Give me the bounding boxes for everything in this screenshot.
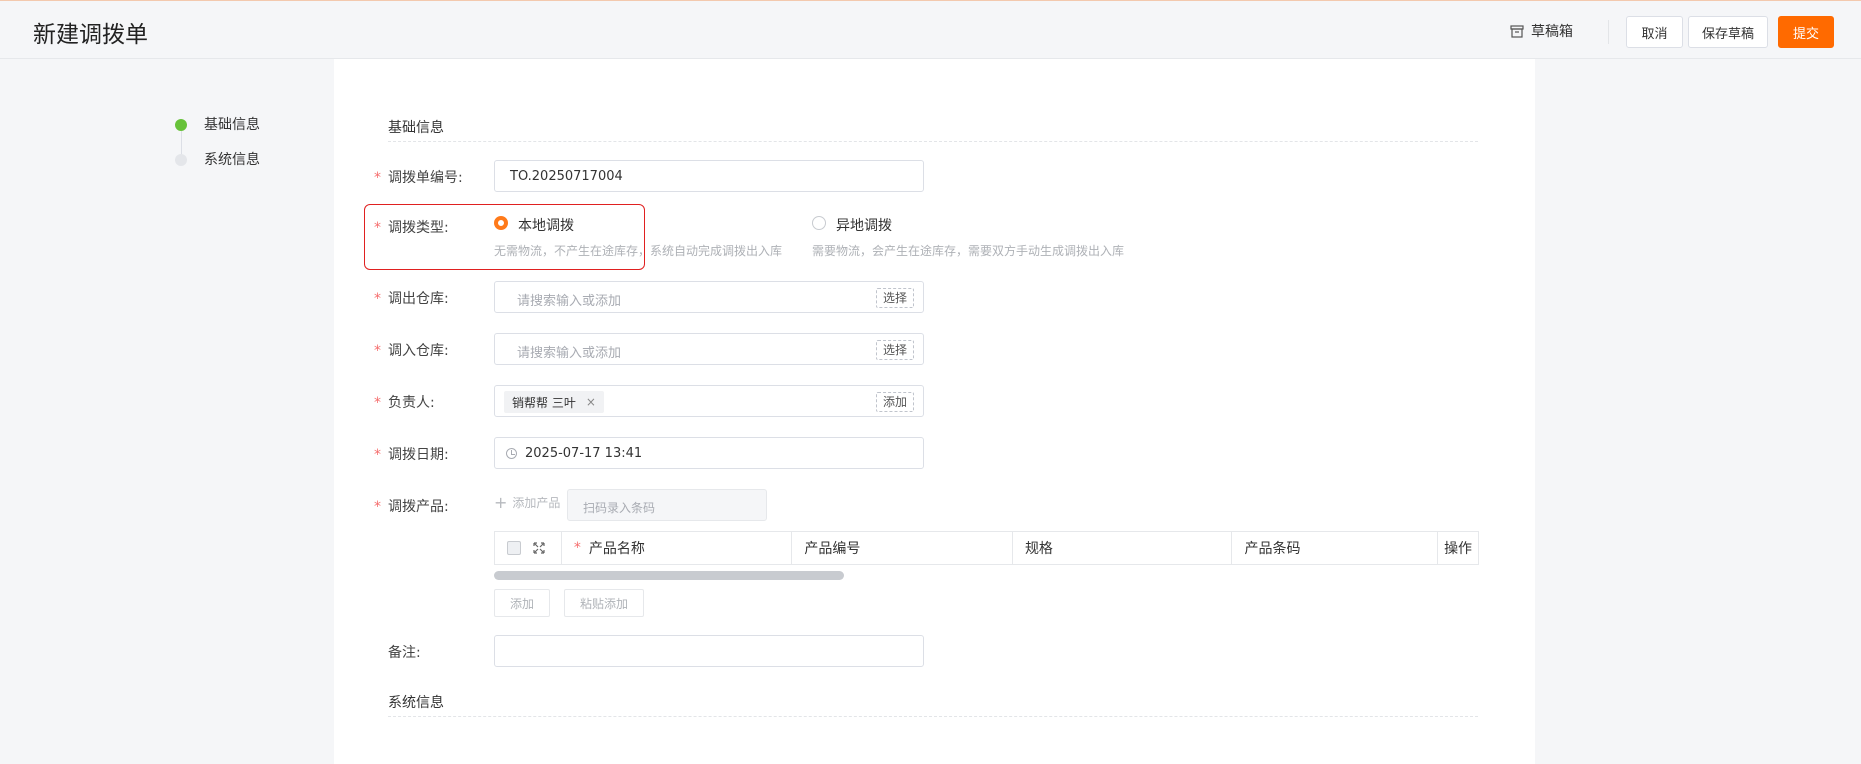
required-mark: * bbox=[374, 343, 381, 359]
column-product-no: 产品编号 bbox=[792, 532, 1013, 564]
required-mark: * bbox=[374, 220, 381, 236]
step-label: 基础信息 bbox=[204, 117, 260, 133]
date-label: * 调拨日期: bbox=[374, 444, 449, 464]
radio-local-label[interactable]: 本地调拨 bbox=[518, 215, 574, 235]
horizontal-scrollbar[interactable] bbox=[494, 571, 844, 580]
page-header: 新建调拨单 草稿箱 取消 保存草稿 提交 bbox=[0, 0, 1861, 59]
owner-tag-label: 销帮帮 三叶 bbox=[512, 395, 576, 410]
required-mark: * bbox=[374, 447, 381, 463]
label-text: 调拨类型: bbox=[388, 220, 449, 236]
add-product-button[interactable]: + 添加产品 bbox=[494, 494, 560, 511]
table-select-cell bbox=[495, 532, 562, 564]
draft-box-label: 草稿箱 bbox=[1531, 24, 1573, 40]
in-warehouse-select-button[interactable]: 选择 bbox=[875, 340, 914, 360]
owner-input[interactable]: 销帮帮 三叶 × 添加 bbox=[494, 385, 924, 417]
remark-input[interactable] bbox=[494, 635, 924, 667]
required-mark: * bbox=[374, 395, 381, 411]
column-spec: 规格 bbox=[1013, 532, 1233, 564]
select-all-checkbox[interactable] bbox=[507, 541, 521, 555]
draft-box-button[interactable]: 草稿箱 bbox=[1510, 21, 1573, 41]
required-mark: * bbox=[374, 499, 381, 515]
column-label: 产品名称 bbox=[588, 541, 645, 557]
cancel-button[interactable]: 取消 bbox=[1626, 16, 1683, 48]
column-label: 操作 bbox=[1444, 541, 1473, 557]
date-value: 2025-07-17 13:41 bbox=[525, 446, 643, 461]
column-barcode: 产品条码 bbox=[1232, 532, 1439, 564]
owner-add-button[interactable]: 添加 bbox=[875, 392, 914, 412]
plus-icon: + bbox=[494, 492, 508, 512]
step-system-info[interactable]: 系统信息 bbox=[172, 148, 260, 183]
clock-icon bbox=[506, 448, 517, 459]
step-label: 系统信息 bbox=[204, 152, 260, 168]
step-inactive-dot bbox=[175, 154, 187, 166]
radio-remote-desc: 需要物流，会产生在途库存，需要双方手动生成调拨出入库 bbox=[812, 244, 1125, 258]
close-icon[interactable]: × bbox=[586, 395, 596, 409]
products-label: * 调拨产品: bbox=[374, 496, 449, 516]
order-no-label: * 调拨单编号: bbox=[374, 167, 463, 187]
order-no-input[interactable]: TO.20250717004 bbox=[494, 160, 924, 192]
column-actions: 操作 bbox=[1438, 532, 1478, 564]
page-title: 新建调拨单 bbox=[33, 22, 148, 48]
order-no-value: TO.20250717004 bbox=[510, 169, 623, 184]
section-divider bbox=[388, 716, 1478, 717]
in-warehouse-placeholder: 请搜索输入或添加 bbox=[517, 346, 622, 361]
out-warehouse-label: * 调出仓库: bbox=[374, 288, 449, 308]
transfer-type-label: * 调拨类型: bbox=[374, 217, 449, 237]
product-table-header: * 产品名称 产品编号 规格 产品条码 操作 bbox=[494, 531, 1479, 565]
header-divider bbox=[1608, 20, 1609, 44]
submit-button[interactable]: 提交 bbox=[1778, 16, 1834, 48]
step-nav: 基础信息 系统信息 bbox=[172, 113, 260, 183]
section-title-basic: 基础信息 bbox=[388, 120, 444, 136]
save-draft-button[interactable]: 保存草稿 bbox=[1688, 16, 1768, 48]
label-text: 调拨单编号: bbox=[388, 170, 463, 186]
paste-add-button[interactable]: 粘贴添加 bbox=[564, 589, 644, 617]
date-input[interactable]: 2025-07-17 13:41 bbox=[494, 437, 924, 469]
section-divider bbox=[388, 141, 1478, 142]
highlight-box bbox=[364, 204, 645, 270]
in-warehouse-label: * 调入仓库: bbox=[374, 340, 449, 360]
in-warehouse-input[interactable]: 请搜索输入或添加 选择 bbox=[494, 333, 924, 365]
label-text: 调出仓库: bbox=[388, 291, 449, 307]
owner-label: * 负责人: bbox=[374, 392, 435, 412]
label-text: 调入仓库: bbox=[388, 343, 449, 359]
remark-label: 备注: bbox=[388, 645, 421, 661]
section-title-system: 系统信息 bbox=[388, 695, 444, 711]
label-text: 调拨日期: bbox=[388, 447, 449, 463]
label-text: 调拨产品: bbox=[388, 499, 449, 515]
required-mark: * bbox=[374, 170, 381, 186]
out-warehouse-placeholder: 请搜索输入或添加 bbox=[517, 294, 622, 309]
archive-icon bbox=[1510, 24, 1524, 38]
step-active-dot bbox=[175, 119, 187, 131]
column-label: 产品条码 bbox=[1244, 541, 1301, 557]
add-product-label: 添加产品 bbox=[512, 496, 561, 510]
step-basic-info[interactable]: 基础信息 bbox=[172, 113, 260, 148]
expand-icon[interactable] bbox=[533, 542, 545, 554]
form-card: 基础信息 * 调拨单编号: TO.20250717004 * 调拨类型: 本地调拨 … bbox=[334, 59, 1535, 764]
column-label: 产品编号 bbox=[804, 541, 861, 557]
required-mark: * bbox=[374, 291, 381, 307]
out-warehouse-select-button[interactable]: 选择 bbox=[875, 288, 914, 308]
owner-tag: 销帮帮 三叶 × bbox=[504, 391, 604, 413]
barcode-scan-input[interactable]: 扫码录入条码 bbox=[567, 489, 767, 521]
radio-local-desc: 无需物流，不产生在途库存，系统自动完成调拨出入库 bbox=[494, 244, 783, 258]
out-warehouse-input[interactable]: 请搜索输入或添加 选择 bbox=[494, 281, 924, 313]
radio-remote[interactable] bbox=[812, 216, 826, 230]
required-mark: * bbox=[573, 540, 581, 556]
add-row-button[interactable]: 添加 bbox=[494, 589, 550, 617]
radio-remote-label[interactable]: 异地调拨 bbox=[836, 215, 892, 235]
column-product-name: * 产品名称 bbox=[562, 532, 793, 564]
label-text: 负责人: bbox=[388, 395, 435, 411]
column-label: 规格 bbox=[1024, 541, 1053, 557]
radio-local[interactable] bbox=[494, 216, 508, 230]
